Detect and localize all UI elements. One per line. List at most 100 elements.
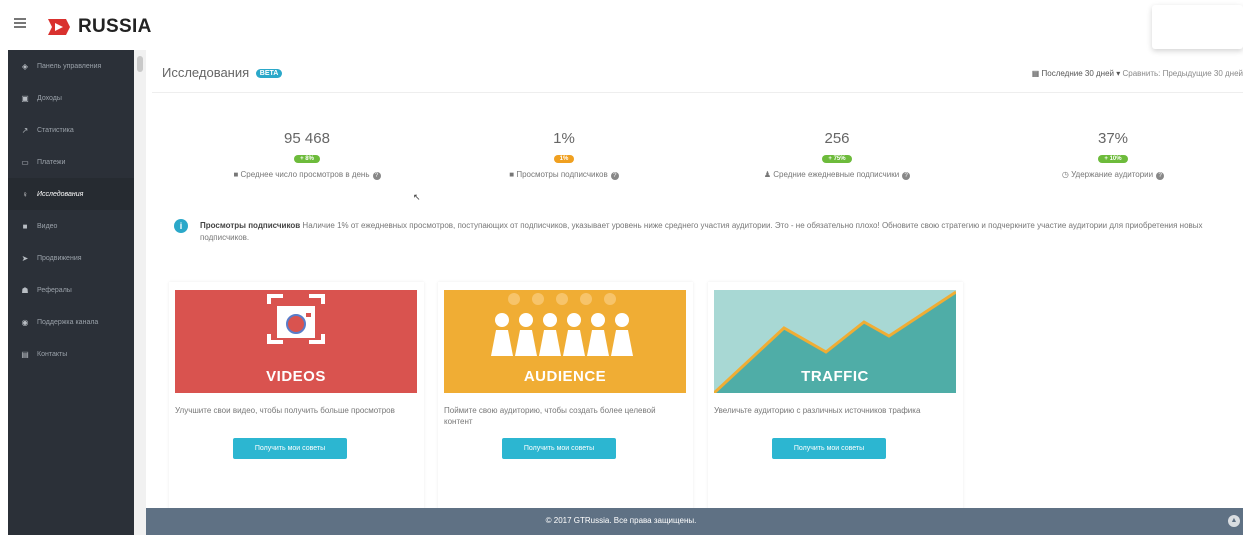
period-dropdown[interactable]: ▦ Последние 30 дней ▾ — [1032, 69, 1123, 78]
brand-logo-icon — [48, 19, 70, 35]
mouse-cursor-icon: ↖ — [413, 192, 421, 202]
videos-banner: VIDEOS — [175, 290, 417, 393]
info-icon: i — [174, 219, 188, 233]
scroll-to-top-icon[interactable]: ▲ — [1228, 515, 1240, 527]
video-icon: ■ — [509, 170, 515, 179]
page-header: Исследования BETA ▦ Последние 30 дней ▾ … — [152, 52, 1243, 93]
help-icon[interactable]: ? — [610, 172, 619, 180]
menu-toggle-icon[interactable] — [14, 18, 26, 28]
sidebar-item-4[interactable]: ♀ Исследования — [8, 178, 134, 210]
stat-label-row: ■ Среднее число просмотров в день? — [192, 170, 422, 180]
stat-badge: + 10% — [1098, 155, 1128, 163]
dashboard-icon: ◈ — [21, 61, 29, 71]
sidebar-item-2[interactable]: ↗ Статистика — [8, 114, 134, 146]
user-plus-icon: ♟ — [763, 170, 771, 179]
top-bar: RUSSIA — [0, 0, 1243, 50]
copyright-text: © 2017 GTRussia. Все права защищены. — [545, 516, 697, 525]
sidebar-item-5[interactable]: ■ Видео — [8, 210, 134, 242]
support-icon: ◉ — [21, 317, 29, 327]
sidebar-item-label: Продвижения — [37, 254, 82, 262]
sidebar-item-0[interactable]: ◈ Панель управления — [8, 50, 134, 82]
stat-label: Просмотры подписчиков — [516, 170, 608, 179]
stat-badge: + 8% — [294, 155, 320, 163]
stat-views: 95 468 + 8% ■ Среднее число просмотров в… — [192, 130, 422, 180]
stat-retention: 37% + 10% ◷ Удержание аудитории? — [998, 130, 1228, 180]
card-description: Поймите свою аудиторию, чтобы создать бо… — [444, 406, 656, 426]
card-audience: AUDIENCE Поймите свою аудиторию, чтобы с… — [438, 282, 693, 520]
stat-label-row: ■ Просмотры подписчиков? — [449, 170, 679, 180]
stat-label-row: ♟ Средние ежедневные подписчики? — [722, 170, 952, 180]
sidebar: ◈ Панель управления ▣ Доходы ↗ Статистика ▭ Пла… — [8, 50, 134, 535]
sidebar-item-label: Доходы — [37, 94, 62, 102]
stat-label: Средние ежедневные подписчики — [773, 170, 900, 179]
audience-banner: AUDIENCE — [444, 290, 686, 393]
traffic-banner: TRAFFIC — [714, 290, 956, 393]
compare-label: Сравнить: Предыдущие 30 дней — [1122, 69, 1243, 78]
help-icon[interactable]: ? — [902, 172, 911, 180]
info-title: Просмотры подписчиков — [200, 221, 301, 230]
stat-subscriber-views: 1% 1% ■ Просмотры подписчиков? — [449, 130, 679, 180]
info-body: Наличие 1% от ежедневных просмотров, пос… — [200, 221, 1203, 242]
sidebar-item-label: Панель управления — [37, 62, 102, 70]
scrollbar-thumb[interactable] — [137, 56, 143, 72]
money-icon: ▣ — [21, 93, 29, 103]
card-videos: VIDEOS Улучшите свои видео, чтобы получи… — [169, 282, 424, 520]
sidebar-item-6[interactable]: ➤ Продвижения — [8, 242, 134, 274]
sidebar-item-label: Исследования — [37, 190, 84, 198]
info-text: Просмотры подписчиков Наличие 1% от ежед… — [200, 220, 1230, 244]
stat-value: 256 — [824, 130, 850, 147]
top-dropdown-panel — [1152, 5, 1243, 49]
stat-value: 1% — [553, 130, 575, 147]
users-icon: ☗ — [21, 285, 29, 295]
period-label: Последние 30 дней — [1041, 69, 1115, 78]
stat-label: Среднее число просмотров в день — [240, 170, 370, 179]
sidebar-item-label: Статистика — [37, 126, 74, 134]
sidebar-item-8[interactable]: ◉ Поддержка канала — [8, 306, 134, 338]
sidebar-item-label: Контакты — [37, 350, 68, 358]
get-tips-button[interactable]: Получить мои советы — [772, 438, 886, 459]
sidebar-item-label: Поддержка канала — [37, 318, 99, 326]
lightbulb-icon: ♀ — [22, 189, 28, 199]
stats-row: 95 468 + 8% ■ Среднее число просмотров в… — [152, 130, 1243, 190]
page-title-text: Исследования — [162, 65, 250, 80]
sidebar-item-label: Платежи — [37, 158, 66, 166]
footer: © 2017 GTRussia. Все права защищены. ▲ — [146, 508, 1243, 535]
help-icon[interactable]: ? — [372, 172, 381, 180]
sidebar-item-9[interactable]: ▤ Контакты — [8, 338, 134, 370]
sidebar-scrollbar[interactable] — [134, 50, 146, 535]
card-traffic: TRAFFIC Увеличьте аудиторию с различных … — [708, 282, 963, 520]
sidebar-menu: ◈ Панель управления ▣ Доходы ↗ Статистика ▭ Пла… — [8, 50, 134, 370]
stat-value: 95 468 — [284, 130, 330, 147]
beta-badge: BETA — [255, 69, 283, 78]
sidebar-item-label: Видео — [37, 222, 58, 230]
sidebar-item-label: Рефералы — [37, 286, 72, 294]
caret-down-icon: ▾ — [1116, 69, 1121, 78]
get-tips-button[interactable]: Получить мои советы — [502, 438, 616, 459]
stat-label: Удержание аудитории — [1071, 170, 1154, 179]
envelope-icon: ▤ — [21, 349, 29, 359]
chart-icon: ↗ — [21, 125, 29, 135]
clock-icon: ◷ — [1061, 170, 1069, 179]
get-tips-button[interactable]: Получить мои советы — [233, 438, 347, 459]
help-icon[interactable]: ? — [1156, 172, 1165, 180]
card-description: Увеличьте аудиторию с различных источник… — [714, 406, 921, 415]
card-description: Улучшите свои видео, чтобы получить боль… — [175, 406, 395, 415]
page-title: Исследования BETA — [162, 65, 283, 80]
card-title: TRAFFIC — [801, 368, 869, 385]
sidebar-item-3[interactable]: ▭ Платежи — [8, 146, 134, 178]
stat-daily-subscribers: 256 + 75% ♟ Средние ежедневные подписчик… — [722, 130, 952, 180]
sidebar-item-7[interactable]: ☗ Рефералы — [8, 274, 134, 306]
stat-badge: 1% — [553, 155, 575, 163]
stat-badge: + 75% — [822, 155, 852, 163]
card-title: AUDIENCE — [523, 368, 607, 385]
video-icon: ■ — [233, 170, 239, 179]
card-title: VIDEOS — [266, 368, 326, 385]
stat-label-row: ◷ Удержание аудитории? — [998, 170, 1228, 180]
sidebar-item-1[interactable]: ▣ Доходы — [8, 82, 134, 114]
calendar-icon: ▦ — [1031, 69, 1040, 78]
period-selector: ▦ Последние 30 дней ▾ Сравнить: Предыдущ… — [1032, 69, 1243, 78]
stat-value: 37% — [1097, 130, 1129, 147]
card-icon: ▭ — [21, 157, 29, 167]
brand-logo[interactable]: RUSSIA — [46, 16, 152, 38]
main-panel: Исследования BETA ▦ Последние 30 дней ▾ … — [152, 52, 1243, 520]
